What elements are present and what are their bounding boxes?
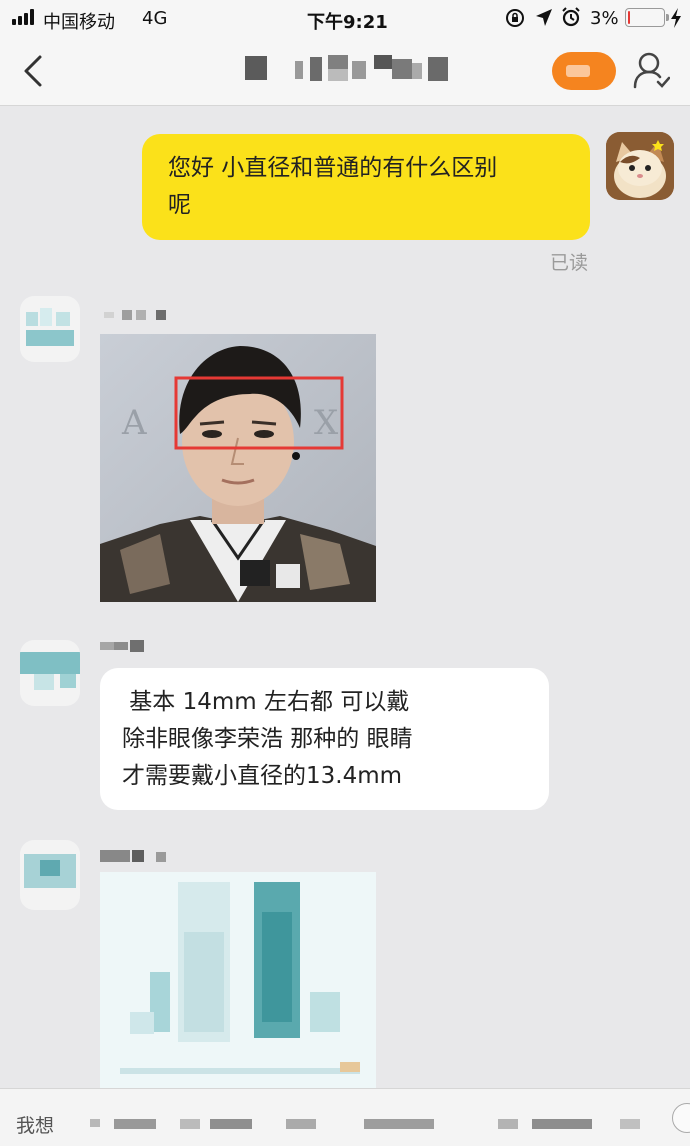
shop-avatar[interactable] <box>20 296 80 362</box>
message-line: 您好 小直径和普通的有什么区别 <box>168 155 498 181</box>
cat-avatar-icon <box>606 132 674 200</box>
input-prefix-label: 我想 <box>16 1115 55 1137</box>
battery-icon <box>625 8 669 27</box>
signal-icon <box>12 9 38 25</box>
status-bar: 中国移动 4G 下午9:21 3% <box>0 0 690 36</box>
message-line: 除非眼像李荣浩 那种的 眼睛 <box>122 726 413 752</box>
clock: 下午9:21 <box>307 12 388 33</box>
shop-sender-name-mosaic <box>100 850 166 862</box>
chat-header <box>0 36 690 106</box>
message-line: 基本 14mm 左右都 可以戴 <box>122 689 410 715</box>
charging-bolt-icon <box>671 8 681 28</box>
message-input-bar[interactable]: 我想 <box>0 1088 690 1146</box>
svg-text:X: X <box>314 403 339 443</box>
portrait-photo-icon: A X <box>100 334 376 602</box>
back-chevron-icon[interactable] <box>22 54 44 88</box>
shop-name-mosaic[interactable] <box>240 53 455 85</box>
shop-avatar[interactable] <box>20 640 80 706</box>
alarm-icon <box>562 7 580 27</box>
shop-sender-name-mosaic <box>104 310 166 320</box>
message-line: 呢 <box>168 192 191 218</box>
read-receipt: 已读 <box>550 252 589 274</box>
shop-avatar[interactable] <box>20 840 80 910</box>
network-label: 4G <box>142 8 168 29</box>
shop-badge-button[interactable] <box>552 52 616 90</box>
chat-photo-message[interactable]: A X <box>100 334 376 602</box>
battery-percent: 3% <box>590 8 619 29</box>
rotation-lock-icon <box>506 9 524 27</box>
message-line: 才需要戴小直径的13.4mm <box>122 763 403 789</box>
input-edge-button[interactable] <box>672 1103 690 1133</box>
my-message-bubble[interactable]: 您好 小直径和普通的有什么区别 呢 <box>142 134 590 240</box>
quick-question-mosaic[interactable] <box>88 1115 668 1131</box>
shop-sender-name-mosaic <box>100 640 146 652</box>
shop-message-bubble[interactable]: 基本 14mm 左右都 可以戴 除非眼像李荣浩 那种的 眼睛 才需要戴小直径的1… <box>100 668 549 810</box>
my-avatar[interactable] <box>606 132 674 200</box>
chat-product-image-message[interactable] <box>100 872 376 1088</box>
svg-text:A: A <box>121 403 147 443</box>
location-arrow-icon <box>536 9 552 26</box>
carrier-label: 中国移动 <box>43 12 115 33</box>
user-profile-icon[interactable] <box>632 50 670 90</box>
